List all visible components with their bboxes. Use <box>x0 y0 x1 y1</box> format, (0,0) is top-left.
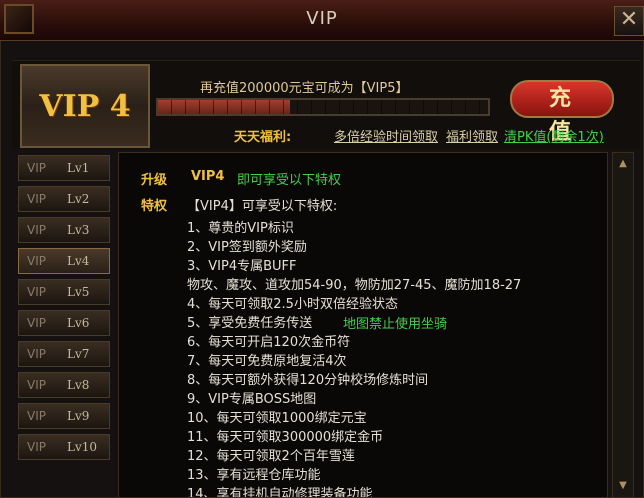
sidebar-item-tag: VIP <box>27 285 46 299</box>
vip-level-sidebar: VIP Lv1 VIP Lv2 VIP Lv3 VIP Lv4 VIP Lv5 VIP Lv6 VIP L… <box>18 155 110 465</box>
sidebar-item-level: Lv3 <box>67 223 90 237</box>
sidebar-item-tag: VIP <box>27 440 46 454</box>
multi-exp-link[interactable]: 多倍经验时间领取 <box>334 126 438 145</box>
sidebar-item-level: Lv10 <box>67 440 98 454</box>
sidebar-item-level: Lv5 <box>67 285 90 299</box>
clear-pk-link[interactable]: 清PK值(剩余1次) <box>504 126 604 145</box>
close-button[interactable]: ✕ <box>614 6 644 36</box>
privilege-item: 13、享有远程仓库功能 <box>187 468 321 483</box>
privilege-scrollbar[interactable]: ▲ ▼ <box>612 152 634 498</box>
sidebar-item-level: Lv6 <box>67 316 90 330</box>
privilege-label: 特权 <box>141 199 168 214</box>
sidebar-item-vip-lv7[interactable]: VIP Lv7 <box>18 341 110 367</box>
sidebar-item-vip-lv2[interactable]: VIP Lv2 <box>18 186 110 212</box>
sidebar-item-tag: VIP <box>27 347 46 361</box>
sidebar-item-level: Lv1 <box>67 161 90 175</box>
sidebar-item-tag: VIP <box>27 161 46 175</box>
sidebar-item-level: Lv2 <box>67 192 90 206</box>
sidebar-item-vip-lv4[interactable]: VIP Lv4 <box>18 248 110 274</box>
window-title: VIP <box>306 8 338 29</box>
privilege-intro: 【VIP4】可享受以下特权: <box>187 199 338 214</box>
privilege-item: 7、每天可免费原地复活4次 <box>187 354 347 369</box>
mount-ban-note: 地图禁止使用坐骑 <box>343 317 448 332</box>
privilege-item: 1、尊贵的VIP标识 <box>187 221 294 236</box>
sidebar-item-tag: VIP <box>27 409 46 423</box>
privilege-item: 物攻、魔攻、道攻加54-90，物防加27-45、魔防加18-27 <box>187 278 522 293</box>
vip-progress-bar <box>156 98 490 116</box>
welfare-label: 天天福利: <box>234 130 292 145</box>
privilege-item: 5、享受免费任务传送 <box>187 316 313 331</box>
sidebar-item-tag: VIP <box>27 378 46 392</box>
sidebar-item-level: Lv9 <box>67 409 90 423</box>
sidebar-item-vip-lv3[interactable]: VIP Lv3 <box>18 217 110 243</box>
upgrade-label: 升级 <box>141 173 168 188</box>
upgrade-text: 即可享受以下特权 <box>237 173 342 188</box>
vip-level-text: VIP 4 <box>39 88 131 124</box>
sidebar-item-tag: VIP <box>27 316 46 330</box>
recharge-message: 再充值200000元宝可成为【VIP5】 <box>200 81 409 96</box>
sidebar-item-vip-lv5[interactable]: VIP Lv5 <box>18 279 110 305</box>
privilege-item: 14、享有挂机自动修理装备功能 <box>187 487 373 498</box>
privilege-item: 8、每天可额外获得120分钟校场修炼时间 <box>187 373 429 388</box>
sidebar-item-vip-lv6[interactable]: VIP Lv6 <box>18 310 110 336</box>
vip-level-badge: VIP 4 <box>20 64 150 148</box>
privilege-item: 11、每天可领取300000绑定金币 <box>187 430 384 445</box>
privilege-item: 3、VIP4专属BUFF <box>187 259 297 274</box>
sidebar-item-level: Lv7 <box>67 347 90 361</box>
sidebar-item-vip-lv8[interactable]: VIP Lv8 <box>18 372 110 398</box>
sidebar-item-level: Lv8 <box>67 378 90 392</box>
privilege-item: 4、每天可领取2.5小时双倍经验状态 <box>187 297 398 312</box>
privilege-item: 12、每天可领取2个百年雪莲 <box>187 449 355 464</box>
sidebar-item-vip-lv10[interactable]: VIP Lv10 <box>18 434 110 460</box>
sidebar-item-tag: VIP <box>27 223 46 237</box>
privilege-item: 6、每天可开启120次金币符 <box>187 335 351 350</box>
sidebar-item-vip-lv1[interactable]: VIP Lv1 <box>18 155 110 181</box>
privilege-item: 2、VIP签到额外奖励 <box>187 240 307 255</box>
sidebar-item-tag: VIP <box>27 192 46 206</box>
upgrade-level: VIP4 <box>191 169 225 184</box>
privilege-item: 10、每天可领取1000绑定元宝 <box>187 411 367 426</box>
title-bar: VIP <box>0 0 644 41</box>
sidebar-item-tag: VIP <box>27 254 46 268</box>
recharge-button[interactable]: 充 值 <box>510 80 614 145</box>
scroll-down-icon[interactable]: ▼ <box>616 479 630 493</box>
scroll-up-icon[interactable]: ▲ <box>616 157 630 171</box>
sidebar-item-level: Lv4 <box>67 254 90 268</box>
privilege-item: 9、VIP专属BOSS地图 <box>187 392 317 407</box>
sidebar-item-vip-lv9[interactable]: VIP Lv9 <box>18 403 110 429</box>
privilege-panel: 升级 VIP4 即可享受以下特权 特权 【VIP4】可享受以下特权: 1、尊贵的… <box>118 152 608 498</box>
welfare-claim-link[interactable]: 福利领取 <box>446 126 498 145</box>
